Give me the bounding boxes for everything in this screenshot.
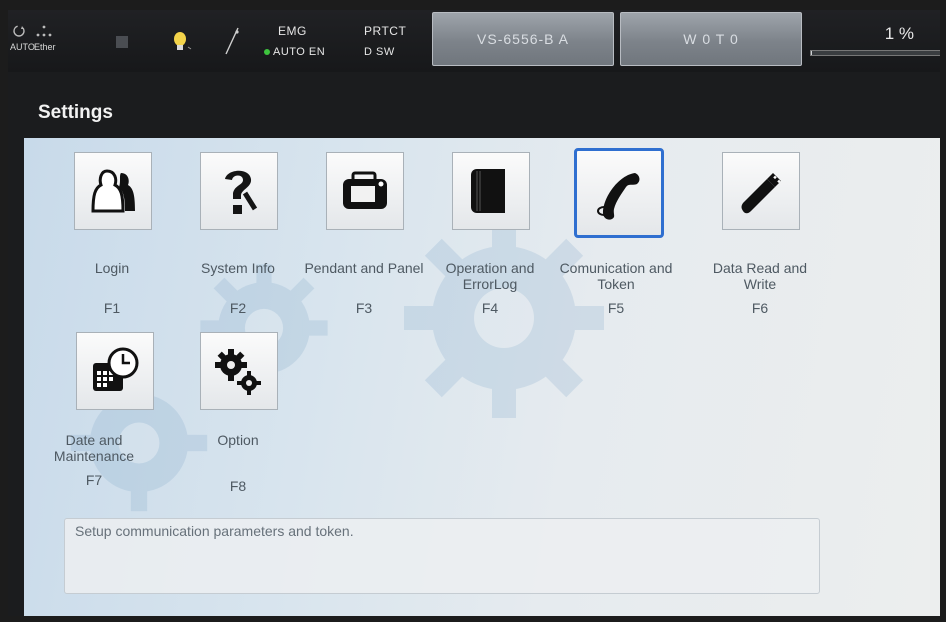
date-maintenance-button[interactable] — [76, 332, 154, 410]
option-button[interactable] — [200, 332, 278, 410]
operation-errorlog-button[interactable] — [452, 152, 530, 230]
usb-stick-icon — [741, 173, 781, 214]
date-maintenance-fkey: F7 — [85, 472, 103, 488]
question-robot-icon — [225, 170, 258, 214]
communication-token-button[interactable] — [574, 148, 664, 238]
ethernet-icon — [34, 24, 54, 38]
auto-mode-label: AUTO — [10, 42, 35, 52]
work-tool-button[interactable]: W 0 T 0 — [620, 12, 802, 66]
page-title: Settings — [38, 102, 113, 123]
auto-mode-icon — [12, 24, 26, 38]
login-fkey: F1 — [103, 300, 121, 316]
description-text: Setup communication parameters and token… — [75, 523, 354, 539]
data-read-write-label: Data Read and Write — [712, 260, 808, 292]
speed-override-value: 1 % — [884, 24, 914, 43]
option-label: Option — [217, 432, 259, 448]
operation-errorlog-fkey: F4 — [481, 300, 499, 316]
option-fkey: F8 — [229, 478, 247, 494]
speed-override-bar — [810, 50, 940, 56]
speed-override-indicator[interactable]: 1 % — [810, 12, 940, 62]
background-gear-icon — [404, 218, 604, 418]
system-info-fkey: F2 — [229, 300, 247, 316]
book-icon — [471, 169, 505, 213]
ethernet-label: Ether — [34, 42, 56, 52]
login-button[interactable] — [74, 152, 152, 230]
pendant-panel-label: Pendant and Panel — [304, 260, 424, 276]
speed-override-fill — [811, 51, 813, 55]
teach-pen-icon — [222, 26, 242, 56]
gears-icon — [215, 349, 261, 395]
system-info-button[interactable] — [200, 152, 278, 230]
date-maintenance-label: Date and Maintenance — [53, 432, 135, 464]
pendant-panel-button[interactable] — [326, 152, 404, 230]
pendant-icon — [343, 171, 387, 209]
stop-square-icon — [116, 36, 128, 48]
auto-en-status: AUTO EN — [264, 46, 325, 58]
robot-model-button[interactable]: VS-6556-B A — [432, 12, 614, 66]
communication-token-fkey: F5 — [607, 300, 625, 316]
communication-token-label: Comunication and Token — [559, 260, 673, 292]
auto-en-label: AUTO EN — [273, 46, 326, 58]
users-icon — [91, 169, 135, 213]
data-read-write-button[interactable] — [722, 152, 800, 230]
protect-status: PRTCT — [364, 24, 407, 38]
dsw-status: D SW — [364, 46, 395, 58]
pendant-panel-fkey: F3 — [355, 300, 373, 316]
calendar-clock-icon — [93, 347, 139, 391]
status-led-icon — [264, 49, 270, 56]
system-info-label: System Info — [201, 260, 275, 276]
lightbulb-icon — [168, 30, 194, 56]
description-box: Setup communication parameters and token… — [64, 518, 820, 594]
status-bar: AUTO Ether EMG AUTO EN PRTCT D SW VS-655… — [8, 10, 940, 72]
login-label: Login — [94, 260, 130, 276]
settings-panel: Login F1 System Info F2 Pendant and Pane… — [24, 138, 940, 616]
pendant-screen: AUTO Ether EMG AUTO EN PRTCT D SW VS-655… — [8, 10, 940, 616]
data-read-write-fkey: F6 — [751, 300, 769, 316]
operation-errorlog-label: Operation and ErrorLog — [445, 260, 535, 292]
emg-status: EMG — [278, 24, 307, 38]
phone-handset-icon — [597, 173, 640, 220]
